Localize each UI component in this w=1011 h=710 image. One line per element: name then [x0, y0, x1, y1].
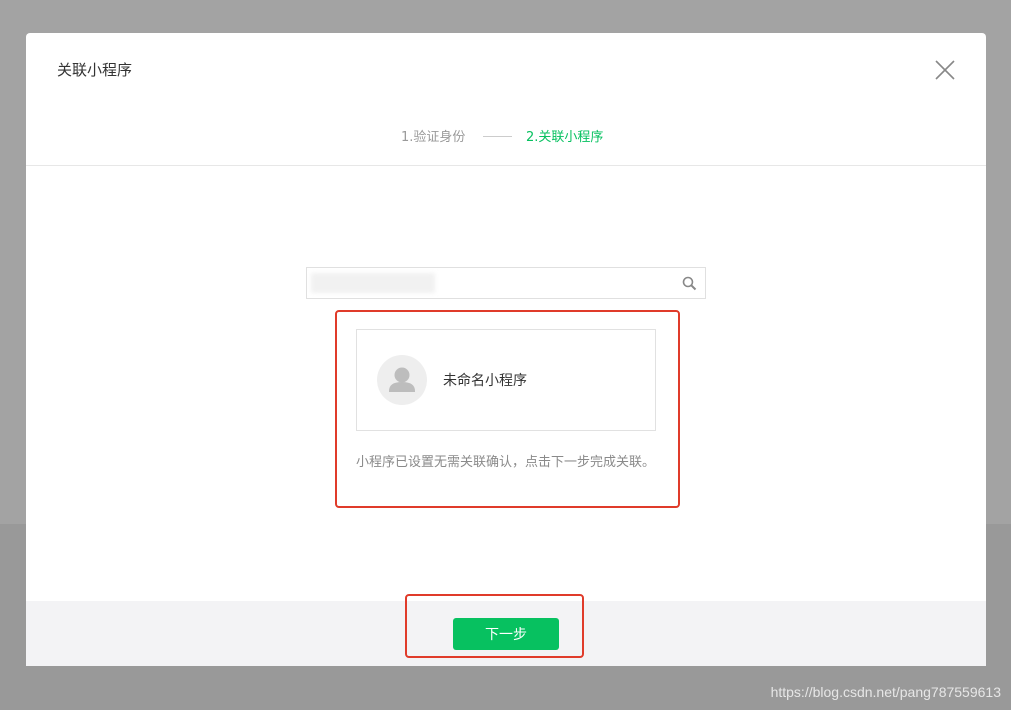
watermark: https://blog.csdn.net/pang787559613	[770, 684, 1001, 700]
mini-program-result-card[interactable]: 未命名小程序	[356, 329, 656, 431]
dialog-title: 关联小程序	[57, 61, 133, 79]
link-mini-program-dialog: 关联小程序 1.验证身份 2.关联小程序 未命名小程序 小程序已设置无需关联确认…	[26, 33, 986, 666]
step-link-mini-program: 2.关联小程序	[526, 130, 604, 145]
link-note-text: 小程序已设置无需关联确认，点击下一步完成关联。	[356, 455, 656, 470]
step-connector	[483, 136, 512, 137]
highlight-box-next	[405, 594, 584, 658]
mini-program-name: 未命名小程序	[443, 373, 527, 389]
step-verify-identity: 1.验证身份	[401, 130, 466, 145]
header-divider	[26, 165, 986, 166]
step-indicator: 1.验证身份 2.关联小程序	[26, 125, 986, 147]
user-avatar-icon	[377, 355, 427, 405]
search-icon[interactable]	[682, 276, 697, 291]
search-input[interactable]	[307, 268, 667, 298]
close-icon[interactable]	[934, 59, 956, 81]
search-box	[306, 267, 706, 299]
